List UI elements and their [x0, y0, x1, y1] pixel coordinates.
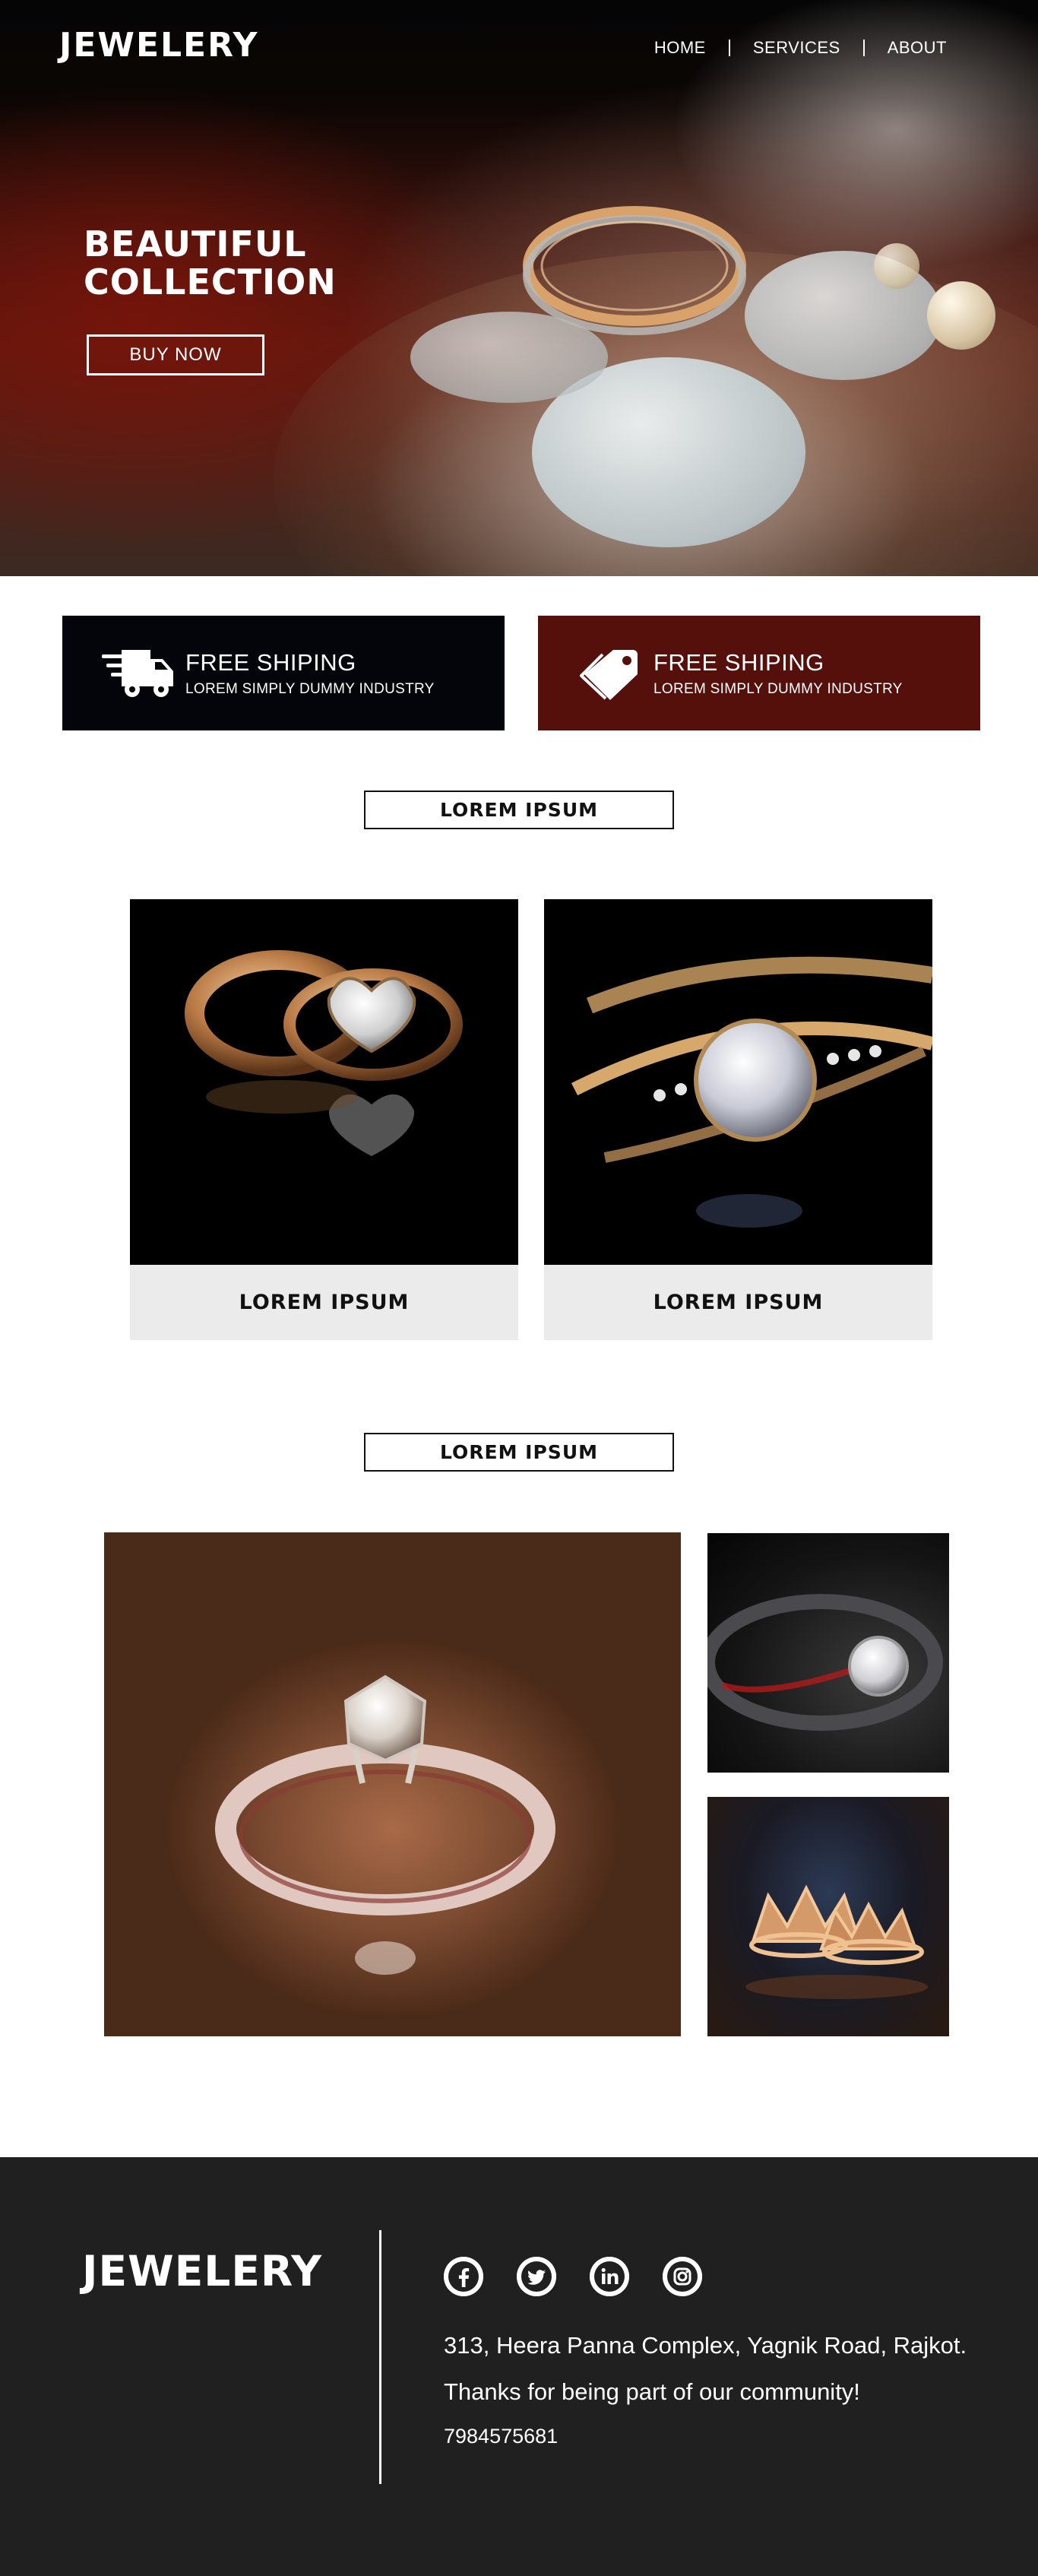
- section-heading-products: LOREM IPSUM: [364, 791, 674, 829]
- site-footer: JEWELERY 313, Heera Panna Complex, Yagni…: [0, 2157, 1038, 2576]
- feature-subtitle: LOREM SIMPLY DUMMY INDUSTRY: [185, 680, 435, 697]
- twitter-icon[interactable]: [517, 2257, 556, 2296]
- site-logo[interactable]: JEWELERY: [59, 26, 258, 65]
- feature-title: FREE SHIPING: [185, 648, 356, 676]
- hero-banner: JEWELERY HOME SERVICES ABOUT BEAUTIFUL C…: [0, 0, 1038, 576]
- nav-about[interactable]: ABOUT: [888, 38, 947, 58]
- hero-image-pearl: [927, 281, 995, 350]
- footer-logo[interactable]: JEWELERY: [82, 2247, 322, 2296]
- product-card-label: LOREM IPSUM: [544, 1265, 932, 1340]
- hero-title-line: COLLECTION: [84, 261, 337, 303]
- delivery-truck-icon: [93, 635, 184, 711]
- gallery-image-solitaire-ring[interactable]: [104, 1532, 681, 2036]
- section-heading-gallery: LOREM IPSUM: [364, 1433, 674, 1472]
- hero-ring-illustration: [523, 206, 746, 335]
- nav-services[interactable]: SERVICES: [753, 38, 840, 58]
- nav-divider: [728, 40, 730, 56]
- facebook-icon[interactable]: [444, 2257, 483, 2296]
- social-links: [444, 2257, 702, 2296]
- feature-box-shipping: FREE SHIPING LOREM SIMPLY DUMMY INDUSTRY: [62, 616, 505, 730]
- feature-box-offer: FREE SHIPING LOREM SIMPLY DUMMY INDUSTRY: [538, 616, 980, 730]
- hero-image-pearl: [874, 243, 919, 289]
- product-card-label: LOREM IPSUM: [130, 1265, 518, 1340]
- footer-address: 313, Heera Panna Complex, Yagnik Road, R…: [444, 2332, 967, 2359]
- footer-divider: [379, 2230, 381, 2484]
- hero-title-line: BEAUTIFUL: [84, 223, 307, 265]
- product-image-diamond-ring: [544, 899, 932, 1265]
- linkedin-icon[interactable]: [590, 2257, 629, 2296]
- feature-subtitle: LOREM SIMPLY DUMMY INDUSTRY: [653, 680, 903, 697]
- gallery-image-black-ring[interactable]: [707, 1533, 949, 1773]
- gallery-image-crown-rings[interactable]: [707, 1797, 949, 2036]
- instagram-icon[interactable]: [663, 2257, 702, 2296]
- main-nav: HOME SERVICES ABOUT: [654, 38, 947, 58]
- product-image-heart-ring: [130, 899, 518, 1265]
- nav-home[interactable]: HOME: [654, 38, 706, 58]
- price-tag-icon: [568, 635, 652, 711]
- footer-phone[interactable]: 7984575681: [444, 2425, 558, 2448]
- footer-thanks: Thanks for being part of our community!: [444, 2378, 860, 2405]
- nav-divider: [862, 40, 865, 56]
- buy-now-button[interactable]: BUY NOW: [87, 334, 264, 375]
- hero-title: BEAUTIFUL COLLECTION: [84, 225, 403, 301]
- product-card[interactable]: LOREM IPSUM: [544, 899, 932, 1340]
- feature-title: FREE SHIPING: [653, 648, 824, 676]
- product-card[interactable]: LOREM IPSUM: [130, 899, 518, 1340]
